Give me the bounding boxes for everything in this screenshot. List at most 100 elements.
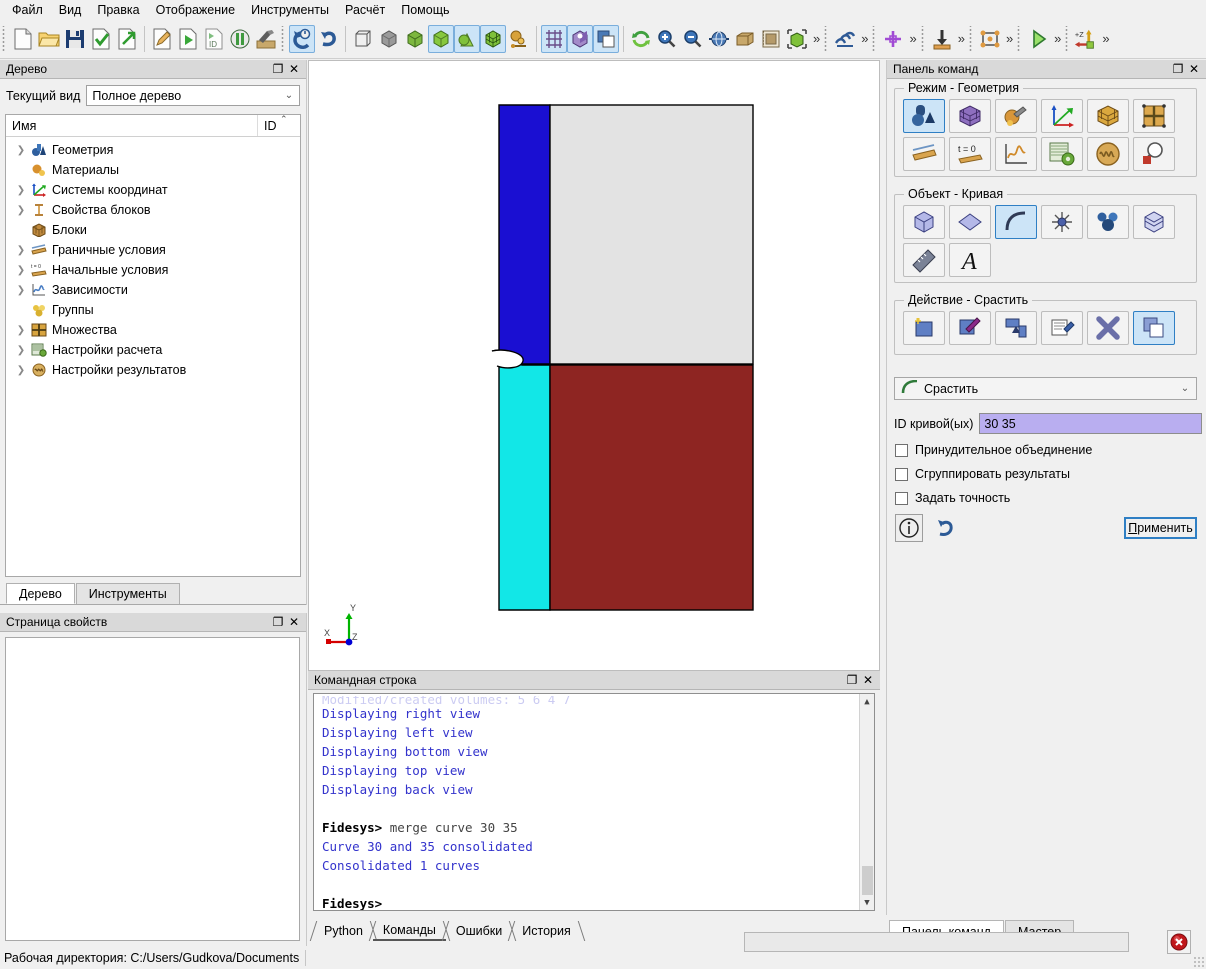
- tree-item-initial-conditions[interactable]: ❯ t = 0 Начальные условия: [6, 260, 300, 280]
- float-icon[interactable]: ❐: [1170, 62, 1186, 77]
- mesh-cube-icon[interactable]: [480, 24, 506, 53]
- scroll-down-icon[interactable]: ▼: [860, 895, 874, 910]
- tree-item-block-properties[interactable]: ❯ Свойства блоков: [6, 200, 300, 220]
- tree-item-boundary-conditions[interactable]: ❯ Граничные условия: [6, 240, 300, 260]
- boundary-mode-icon[interactable]: [903, 137, 945, 171]
- float-icon[interactable]: ❐: [270, 62, 286, 77]
- group-results-checkbox[interactable]: [895, 467, 908, 481]
- result-mode-icon[interactable]: [1087, 137, 1129, 171]
- scroll-up-icon[interactable]: ▲: [860, 694, 874, 709]
- body-object-icon[interactable]: [1133, 205, 1175, 239]
- text-object-icon[interactable]: A: [949, 243, 991, 277]
- force-merge-checkbox-row[interactable]: Принудительное объединение: [895, 443, 1092, 457]
- expand-chevron-icon[interactable]: ❯: [14, 325, 28, 336]
- group-object-icon[interactable]: [1087, 205, 1129, 239]
- float-icon[interactable]: ❐: [270, 615, 286, 630]
- edit-journal-icon[interactable]: [149, 25, 175, 53]
- refresh-icon[interactable]: [628, 25, 654, 53]
- menu-help[interactable]: Помощь: [393, 1, 457, 19]
- tab-commands[interactable]: Команды: [368, 921, 451, 941]
- id-journal-icon[interactable]: ID: [201, 25, 227, 53]
- initial-condition-mode-icon[interactable]: t = 0: [949, 137, 991, 171]
- merge-icon[interactable]: [1133, 311, 1175, 345]
- force-merge-checkbox[interactable]: [895, 443, 908, 457]
- stop-icon[interactable]: [1167, 930, 1191, 954]
- toolbar-grip[interactable]: [823, 25, 831, 52]
- shaded-gray-cube-icon[interactable]: [376, 25, 402, 53]
- toolbar-overflow[interactable]: »: [858, 31, 870, 46]
- set-tolerance-checkbox-row[interactable]: Задать точность: [895, 491, 1010, 505]
- expand-chevron-icon[interactable]: ❯: [14, 205, 28, 216]
- geometry-mode-icon[interactable]: [903, 99, 945, 133]
- resize-grip[interactable]: [1193, 956, 1205, 968]
- set-tolerance-checkbox[interactable]: [895, 491, 908, 505]
- menu-tools[interactable]: Инструменты: [243, 1, 337, 19]
- toolbar-grip[interactable]: [280, 25, 287, 52]
- tree-item-materials[interactable]: ❯ Материалы: [6, 160, 300, 180]
- pressure-load-icon[interactable]: [929, 25, 955, 53]
- close-icon[interactable]: ✕: [286, 615, 302, 630]
- smooth-shade-cube-icon[interactable]: [428, 24, 454, 53]
- toolbar-grip[interactable]: [1016, 25, 1024, 52]
- node-cross-icon[interactable]: [880, 25, 906, 53]
- tree-column-id[interactable]: ID ⌃: [258, 115, 300, 136]
- curve-id-input[interactable]: 30 35: [979, 413, 1203, 434]
- export-document-icon[interactable]: [114, 25, 140, 53]
- vertex-object-icon[interactable]: [1041, 205, 1083, 239]
- tab-errors[interactable]: Ошибки: [441, 921, 517, 941]
- import-document-icon[interactable]: [88, 25, 114, 53]
- delete-icon[interactable]: [1087, 311, 1129, 345]
- close-icon[interactable]: ✕: [1186, 62, 1202, 77]
- tab-tools[interactable]: Инструменты: [75, 583, 180, 604]
- expand-chevron-icon[interactable]: ❯: [14, 245, 28, 256]
- tools-mode-icon[interactable]: [995, 99, 1037, 133]
- tree-item-calc-settings[interactable]: ❯ Настройки расчета: [6, 340, 300, 360]
- z-axis-icon[interactable]: +Z: [1073, 25, 1099, 53]
- tab-history[interactable]: История: [508, 921, 585, 941]
- create-icon[interactable]: [903, 311, 945, 345]
- float-icon[interactable]: ❐: [844, 673, 860, 688]
- tree-item-result-settings[interactable]: ❯ Настройки результатов: [6, 360, 300, 380]
- tree-item-coordinate-systems[interactable]: ❯ Системы координат: [6, 180, 300, 200]
- tab-python[interactable]: Python: [309, 921, 378, 941]
- tree-item-geometry[interactable]: ❯ Геометрия: [6, 140, 300, 160]
- boundary-frame-icon[interactable]: [977, 25, 1003, 53]
- scale-ruler-icon[interactable]: [758, 25, 784, 53]
- tree-item-groups[interactable]: ❯ Группы: [6, 300, 300, 320]
- toolbar-overflow[interactable]: »: [1099, 31, 1111, 46]
- expand-chevron-icon[interactable]: ❯: [14, 265, 28, 276]
- mesh-density-icon[interactable]: [832, 25, 858, 53]
- toolbar-grip[interactable]: [967, 25, 975, 52]
- toolbar-grip[interactable]: [919, 25, 927, 52]
- expand-chevron-icon[interactable]: ❯: [14, 185, 28, 196]
- grid-icon[interactable]: [541, 24, 567, 53]
- material-ball-icon[interactable]: [506, 25, 532, 53]
- coordinate-mode-icon[interactable]: [1041, 99, 1083, 133]
- toolbar-overflow[interactable]: »: [810, 31, 822, 46]
- tree-view[interactable]: Имя ID ⌃ ❯ Геометрия ❯: [5, 114, 301, 577]
- surface-object-icon[interactable]: [949, 205, 991, 239]
- zoom-out-icon[interactable]: [680, 25, 706, 53]
- menu-display[interactable]: Отображение: [148, 1, 243, 19]
- close-icon[interactable]: ✕: [286, 62, 302, 77]
- wireframe-cube-icon[interactable]: [350, 25, 376, 53]
- tree-view-combo[interactable]: Полное дерево ⌄: [86, 85, 300, 106]
- info-icon[interactable]: [895, 514, 923, 542]
- status-input-field[interactable]: [744, 932, 1129, 952]
- menu-view[interactable]: Вид: [51, 1, 90, 19]
- toolbar-grip[interactable]: [1, 25, 8, 52]
- box-view-icon[interactable]: [732, 25, 758, 53]
- primitives-icon[interactable]: [454, 24, 480, 53]
- dependency-mode-icon[interactable]: [995, 137, 1037, 171]
- pause-icon[interactable]: [227, 25, 253, 53]
- rotate-view-icon[interactable]: [706, 25, 732, 53]
- undo-arrow-icon[interactable]: [315, 25, 341, 53]
- expand-chevron-icon[interactable]: ❯: [14, 345, 28, 356]
- measure-object-icon[interactable]: [903, 243, 945, 277]
- close-icon[interactable]: ✕: [860, 673, 876, 688]
- fit-view-cube-icon[interactable]: [784, 25, 810, 53]
- save-disk-icon[interactable]: [62, 25, 88, 53]
- menu-edit[interactable]: Правка: [89, 1, 147, 19]
- zoom-in-icon[interactable]: [654, 25, 680, 53]
- reset-power-icon[interactable]: [289, 24, 315, 53]
